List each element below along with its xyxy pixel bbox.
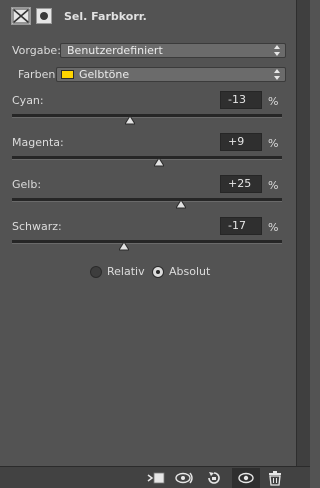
- percent-unit: %: [268, 95, 279, 108]
- colors-value: Gelbtöne: [79, 68, 130, 81]
- visibility-eye-icon[interactable]: [232, 468, 260, 488]
- slider-track[interactable]: [12, 156, 282, 160]
- value-field[interactable]: -17: [220, 217, 262, 235]
- panel-scrollbar[interactable]: [296, 0, 310, 466]
- radio-button-checked-icon: [152, 266, 164, 278]
- value-field[interactable]: +9: [220, 133, 262, 151]
- layer-mask-icon[interactable]: [36, 8, 52, 24]
- colors-select[interactable]: Gelbtöne: [56, 67, 286, 82]
- slider-label: Schwarz:: [12, 220, 62, 233]
- selective-color-icon[interactable]: [11, 7, 31, 25]
- preset-value: Benutzerdefiniert: [67, 44, 163, 57]
- radio-button-icon: [90, 266, 102, 278]
- slider-track[interactable]: [12, 114, 282, 118]
- radio-label: Relativ: [107, 265, 145, 278]
- slider-label: Magenta:: [12, 136, 64, 149]
- value-field[interactable]: +25: [220, 175, 262, 193]
- preset-label: Vorgabe:: [12, 44, 61, 57]
- view-previous-state-icon[interactable]: [175, 470, 195, 486]
- reset-icon[interactable]: [204, 470, 224, 486]
- value-field[interactable]: -13: [220, 91, 262, 109]
- dropdown-arrows-icon: [274, 45, 280, 56]
- slider-track[interactable]: [12, 240, 282, 244]
- percent-unit: %: [268, 179, 279, 192]
- percent-unit: %: [268, 221, 279, 234]
- properties-panel: Sel. Farbkorr. Vorgabe: Benutzerdefinier…: [0, 0, 296, 466]
- panel-title: Sel. Farbkorr.: [64, 10, 147, 23]
- panel-header: Sel. Farbkorr.: [0, 0, 296, 34]
- slider-track[interactable]: [12, 198, 282, 202]
- color-swatch: [61, 70, 74, 79]
- dropdown-arrows-icon: [274, 69, 280, 80]
- percent-unit: %: [268, 137, 279, 150]
- bottom-toolbar: [0, 466, 310, 488]
- preset-select[interactable]: Benutzerdefiniert: [60, 43, 286, 58]
- radio-label: Absolut: [169, 265, 211, 278]
- slider-label: Cyan:: [12, 94, 44, 107]
- colors-label: Farben:: [18, 68, 60, 81]
- clip-to-layer-icon[interactable]: [146, 470, 166, 486]
- trash-icon[interactable]: [265, 470, 285, 486]
- slider-label: Gelb:: [12, 178, 42, 191]
